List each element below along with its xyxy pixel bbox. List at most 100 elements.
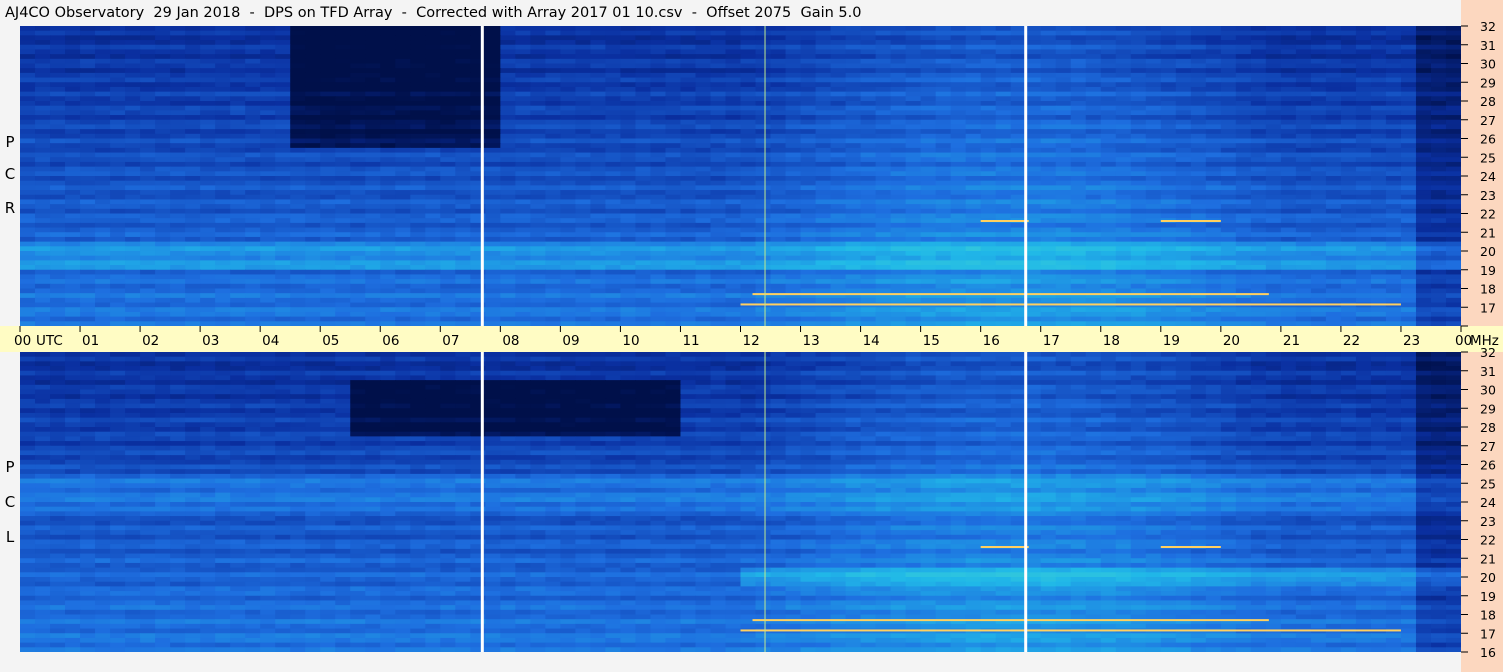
spectrogram-cell (1325, 63, 1342, 69)
spectrogram-cell (290, 194, 306, 201)
spectrogram-cell (1325, 232, 1342, 238)
spectrogram-cell (200, 30, 216, 36)
spectrogram-cell (1100, 176, 1117, 182)
spectrogram-cell (425, 157, 441, 163)
spectrogram-cell (275, 213, 291, 219)
spectrogram-cell (1370, 35, 1387, 41)
spectrogram-cell (1055, 171, 1072, 177)
spectrogram-cell (965, 246, 982, 252)
spectrogram-cell (680, 115, 697, 121)
spectrogram-cell (1355, 185, 1372, 191)
spectrogram-cell (995, 232, 1012, 238)
spectrogram-cell (1280, 110, 1297, 116)
spectrogram-cell (1310, 190, 1327, 196)
spectrogram-cell (695, 91, 712, 97)
spectrogram-cell (755, 208, 772, 215)
spectrogram-cell (50, 58, 66, 65)
spectrogram-cell (110, 101, 126, 107)
spectrogram-cell (335, 255, 351, 261)
spectrogram-cell (1280, 91, 1297, 97)
spectrogram-cell (200, 143, 216, 149)
spectrogram-cell (1370, 161, 1387, 168)
spectrogram-cell (155, 232, 171, 238)
spectrogram-cell (905, 236, 922, 243)
spectrogram-cell (260, 105, 276, 111)
spectrogram-cell (65, 251, 81, 257)
spectrogram-cell (155, 129, 171, 135)
spectrogram-cell (755, 124, 772, 130)
spectrogram-cell (1070, 232, 1087, 238)
spectrogram-cell (1355, 190, 1372, 196)
spectrogram-cell (680, 35, 697, 41)
spectrogram-cell (560, 58, 576, 65)
spectrogram-cell (890, 265, 907, 271)
spectrogram-cell (1265, 72, 1282, 79)
spectrogram-cell (260, 199, 276, 205)
spectrogram-cell (485, 222, 501, 229)
spectrogram-cell (950, 246, 967, 252)
spectrogram-cell (425, 119, 441, 126)
spectrogram-cell (515, 185, 531, 191)
spectrogram-cell (20, 119, 36, 126)
spectrogram-cell (485, 194, 501, 201)
spectrogram-cell (1355, 105, 1372, 111)
spectrogram-cell (1415, 115, 1432, 121)
spectrogram-cell (545, 91, 561, 97)
spectrogram-cell (455, 185, 471, 191)
spectrogram-cell (305, 251, 321, 257)
spectrogram-cell (320, 265, 336, 271)
spectrogram-cell (650, 218, 667, 224)
spectrogram-cell (800, 133, 817, 140)
spectrogram-cell (695, 44, 712, 51)
spectrogram-cell (650, 138, 667, 144)
spectrogram-cell (1130, 194, 1147, 201)
spectrogram-cell (740, 35, 757, 41)
spectrogram-cell (455, 260, 471, 266)
spectrogram-cell (785, 96, 802, 102)
spectrogram-cell (515, 199, 531, 205)
spectrogram-cell (1250, 77, 1267, 83)
spectrogram-cell (1295, 199, 1312, 205)
spectrogram-cell (1145, 44, 1162, 51)
spectrogram-cell (590, 185, 607, 191)
spectrogram-cell (1145, 77, 1162, 83)
spectrogram-cell (815, 96, 832, 102)
spectrogram-cell (125, 77, 141, 83)
spectrogram-cell (410, 115, 426, 121)
spectrogram-cell (815, 241, 832, 247)
spectrogram-cell (260, 241, 276, 247)
spectrogram-cell (515, 40, 531, 46)
spectrogram-cell (890, 260, 907, 266)
spectrogram-cell (560, 68, 576, 74)
spectrogram-cell (500, 44, 516, 51)
spectrogram-cell (1415, 63, 1432, 69)
spectrogram-cell (1400, 199, 1417, 205)
spectrogram-cell (155, 185, 171, 191)
spectrogram-cell (575, 199, 591, 205)
spectrogram-cell (680, 40, 697, 46)
spectrogram-cell (500, 185, 516, 191)
spectrogram-cell (1025, 185, 1042, 191)
spectrogram-cell (1355, 171, 1372, 177)
spectrogram-cell (725, 105, 742, 111)
spectrogram-cell (980, 77, 997, 83)
spectrogram-cell (1235, 180, 1252, 186)
spectrogram-cell (350, 199, 366, 205)
spectrogram-cell (545, 227, 561, 233)
spectrogram-cell (1385, 101, 1402, 107)
spectrogram-cell (1265, 105, 1282, 111)
spectrogram-cell (770, 232, 787, 238)
spectrogram-cell (620, 35, 637, 41)
spectrogram-cell (770, 143, 787, 149)
spectrogram-cell (260, 129, 276, 135)
spectrogram-cell (800, 77, 817, 83)
spectrogram-cell (860, 86, 877, 93)
spectrogram-cell (995, 213, 1012, 219)
spectrogram-cell (335, 236, 351, 243)
spectrogram-cell (845, 260, 862, 266)
spectrogram-cell (890, 171, 907, 177)
spectrogram-cell (530, 251, 546, 257)
spectrogram-cell (1325, 110, 1342, 116)
spectrogram-cell (965, 138, 982, 144)
spectrogram-cell (425, 143, 441, 149)
